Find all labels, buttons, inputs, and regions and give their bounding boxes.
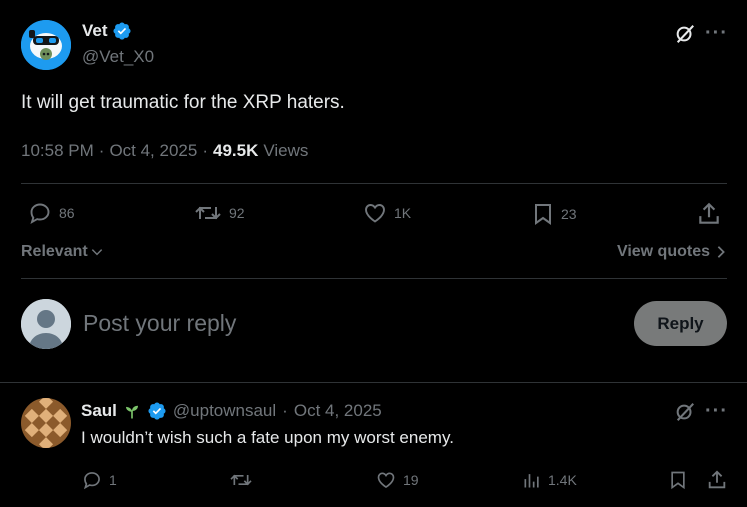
sort-dropdown[interactable]: Relevant	[21, 243, 104, 261]
seedling-icon	[125, 405, 138, 419]
grok-icon[interactable]	[674, 23, 696, 45]
post-meta: 10:58 PM · Oct 4, 2025 · 49.5K Views	[21, 141, 308, 161]
reply-bookmark-action[interactable]	[668, 469, 688, 491]
reply-count: 86	[59, 205, 75, 221]
repost-icon	[195, 206, 221, 220]
meta-separator: ·	[202, 141, 208, 160]
views-count: 49.5K	[213, 141, 259, 160]
bookmark-icon	[671, 471, 685, 490]
views-icon	[524, 474, 539, 488]
view-quotes-link[interactable]: View quotes	[617, 243, 726, 261]
reply-views-action[interactable]: 1.4K	[522, 470, 577, 490]
author-handle[interactable]: @Vet_X0	[82, 47, 154, 67]
bookmark-count: 23	[561, 206, 577, 222]
view-quotes-label: View quotes	[616, 243, 710, 260]
bookmark-action[interactable]: 23	[531, 201, 577, 227]
author-name-row: Vet	[82, 21, 132, 41]
divider	[21, 183, 727, 184]
chevron-right-icon	[717, 246, 725, 258]
meta-separator: ·	[282, 401, 288, 420]
post-text: It will get traumatic for the XRP haters…	[21, 92, 345, 113]
author-avatar[interactable]	[21, 20, 71, 70]
repost-icon	[230, 474, 252, 486]
reply-reply-count: 1	[109, 472, 117, 488]
reply-date[interactable]: Oct 4, 2025	[294, 401, 382, 421]
share-icon	[708, 470, 726, 489]
checkered-avatar-icon	[21, 398, 71, 448]
verified-badge-icon	[148, 402, 166, 420]
repost-action[interactable]: 92	[193, 201, 245, 225]
robot-avatar-icon	[21, 20, 71, 70]
divider	[0, 382, 747, 383]
reply-icon	[30, 203, 50, 224]
post-date[interactable]: Oct 4, 2025	[109, 141, 197, 161]
more-icon[interactable]: ···	[705, 400, 728, 423]
reply-header: Saul @uptownsaul · Oct 4, 2025	[81, 401, 382, 421]
reply-share-action[interactable]	[706, 469, 728, 491]
reply-like-action[interactable]: 19	[375, 470, 419, 490]
default-user-icon	[21, 299, 71, 349]
reply-author-name[interactable]: Saul	[81, 401, 117, 421]
heart-icon	[365, 204, 385, 223]
like-count: 1K	[394, 205, 412, 221]
share-action[interactable]	[696, 201, 722, 227]
post-time[interactable]: 10:58 PM	[21, 141, 94, 161]
reply-repost-action[interactable]	[228, 470, 254, 490]
bookmark-icon	[535, 204, 551, 225]
author-name[interactable]: Vet	[82, 21, 108, 41]
reply-icon	[83, 472, 100, 490]
heart-icon	[377, 472, 395, 489]
verified-badge-icon	[112, 22, 131, 40]
like-action[interactable]: 1K	[362, 201, 411, 225]
divider	[21, 278, 727, 279]
reply-action[interactable]: 86	[27, 201, 75, 225]
reply-author-handle[interactable]: @uptownsaul	[173, 401, 276, 421]
reply-author-avatar[interactable]	[21, 398, 71, 448]
reply-input[interactable]: Post your reply	[83, 310, 236, 337]
meta-separator: ·	[98, 141, 105, 160]
grok-icon[interactable]	[674, 401, 696, 423]
reply-like-count: 19	[403, 472, 419, 488]
reply-reply-action[interactable]: 1	[81, 470, 117, 490]
reply-text: I wouldn’t wish such a fate upon my wors…	[81, 428, 454, 447]
reply-button[interactable]: Reply	[634, 301, 727, 346]
repost-count: 92	[229, 205, 245, 221]
chevron-down-icon	[91, 249, 102, 256]
views-label: Views	[263, 141, 309, 160]
reply-views-count: 1.4K	[548, 472, 577, 488]
more-icon[interactable]: ···	[705, 22, 728, 45]
sort-label: Relevant	[21, 243, 88, 260]
share-icon	[699, 202, 719, 224]
current-user-avatar[interactable]	[21, 299, 71, 349]
